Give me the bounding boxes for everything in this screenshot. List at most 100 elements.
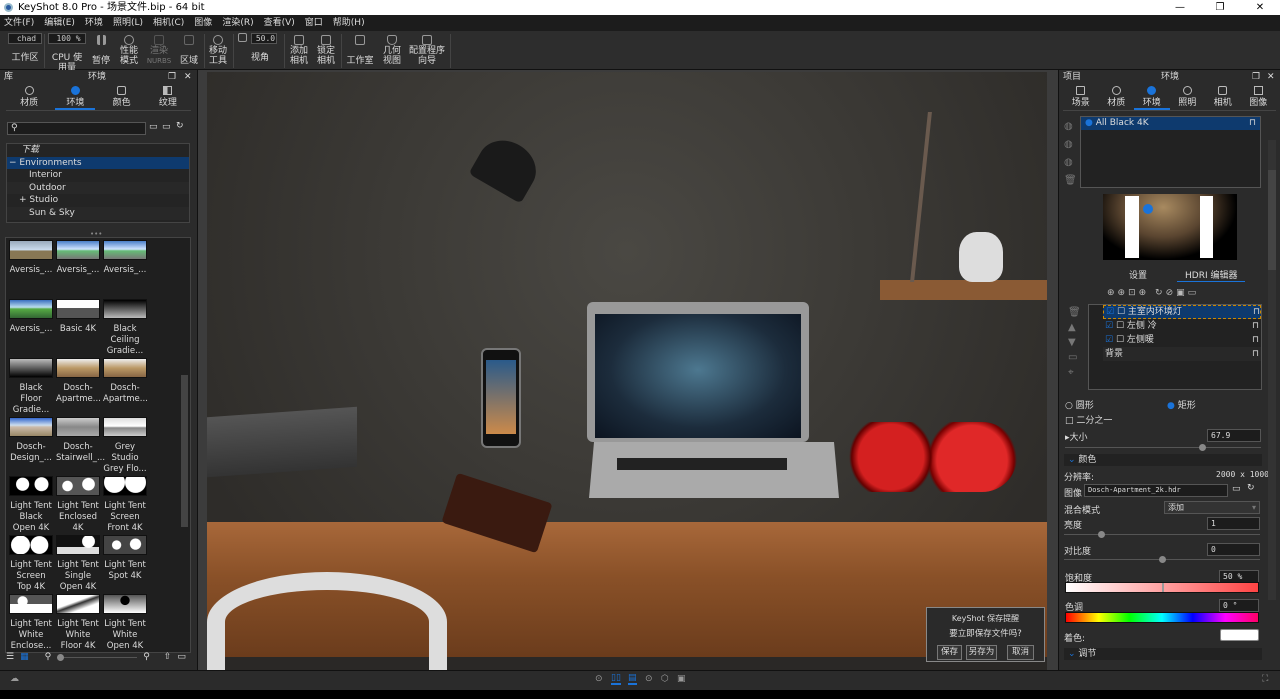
move-tool-button[interactable]: 移动 工具 — [206, 33, 230, 66]
menu-lighting[interactable]: 照明(L) — [113, 15, 143, 31]
performance-mode-button[interactable]: 性能 模式 — [116, 33, 142, 66]
grid-view-icon[interactable]: ▦ — [20, 652, 29, 662]
screenshot-icon[interactable]: ▣ — [677, 674, 686, 684]
tab-environment[interactable]: 环境 — [1134, 84, 1170, 110]
zoom-out-icon[interactable]: ⚲ — [45, 652, 52, 662]
refresh-icon[interactable]: ↻ — [176, 121, 184, 131]
delete-pin-icon[interactable]: 🗑 — [1068, 305, 1081, 320]
add-environment-icon[interactable]: ◍ — [1064, 118, 1077, 136]
geometry-view-button[interactable]: 几何 视图 — [380, 33, 404, 66]
pause-button[interactable]: 暂停 — [88, 33, 114, 66]
environment-thumbnail[interactable]: Basic 4K — [56, 299, 100, 335]
import-folder-icon[interactable]: ▭ — [162, 122, 171, 132]
copy-environment-icon[interactable]: ◍ — [1064, 154, 1077, 172]
tab-colors[interactable]: 颜色 — [102, 84, 142, 110]
menu-environment[interactable]: 环境 — [85, 15, 103, 31]
tree-item-downloads[interactable]: 下载 — [7, 144, 189, 157]
tab-materials[interactable]: 材质 — [9, 84, 49, 110]
tint-color-swatch[interactable] — [1220, 629, 1259, 641]
environment-thumbnail[interactable]: Light Tent White Enclose... — [9, 594, 53, 652]
environment-thumbnail[interactable]: Dosch-Stairwell_... — [56, 417, 105, 464]
environment-thumbnail[interactable]: Light Tent Screen Front 4K — [103, 476, 147, 534]
cloud-icon[interactable]: ☁ — [10, 674, 19, 684]
menu-camera[interactable]: 相机(C) — [153, 15, 184, 31]
tree-item-environments[interactable]: − Environments — [7, 156, 189, 170]
pin-handle[interactable] — [1143, 204, 1153, 214]
hue-slider[interactable] — [1065, 612, 1259, 623]
tab-textures[interactable]: 纹理 — [148, 84, 188, 110]
pin-item-background[interactable]: 背景 ⊓ — [1103, 347, 1261, 361]
lock-camera-button[interactable]: 锁定 相机 — [314, 33, 338, 66]
size-input[interactable]: 67.9 — [1207, 429, 1261, 442]
zoom-in-icon[interactable]: ⚲ — [143, 652, 150, 662]
half-checkbox[interactable]: □ 二分之一 — [1065, 413, 1112, 426]
pin-item[interactable]: ☑ ☐ 左侧 冷 ⊓ — [1103, 319, 1261, 333]
lock-icon[interactable]: ⊓ — [1252, 333, 1261, 347]
menu-view[interactable]: 查看(V) — [264, 15, 295, 31]
cpu-usage-select[interactable]: 100 % — [48, 33, 86, 44]
nurbs-render-button[interactable]: 渲染 NURBS — [144, 33, 174, 66]
minimize-button[interactable]: — — [1160, 0, 1200, 15]
tab-environments[interactable]: 环境 — [55, 84, 96, 110]
blend-mode-select[interactable]: 添加 ▾ — [1164, 501, 1260, 514]
menu-window[interactable]: 窗口 — [305, 15, 323, 31]
environment-thumbnail[interactable]: Aversis_... — [9, 299, 53, 335]
pin-item[interactable]: ☑ ☐ 主室内环境灯 ⊓ — [1103, 305, 1261, 319]
image-file-input[interactable]: Dosch-Apartment_2k.hdr — [1084, 484, 1228, 497]
adjust-section-header[interactable]: ⌄ 调节 — [1064, 648, 1262, 660]
add-camera-button[interactable]: 添加 相机 — [287, 33, 311, 66]
move-down-icon[interactable]: ▼ — [1068, 335, 1081, 350]
maximize-button[interactable]: ❐ — [1200, 0, 1240, 15]
close-panel-icon[interactable]: ✕ — [1267, 70, 1275, 84]
environment-list-item[interactable]: ● All Black 4K ⊓ — [1081, 117, 1260, 130]
menu-edit[interactable]: 编辑(E) — [44, 15, 75, 31]
environment-thumbnail[interactable]: Black Floor Gradie... — [9, 358, 53, 416]
library-scrollbar[interactable] — [181, 375, 188, 527]
lock-icon[interactable]: ⊓ — [1252, 347, 1261, 361]
close-panel-icon[interactable]: ✕ — [184, 70, 192, 84]
environment-thumbnail[interactable]: Light Tent Screen Top 4K — [9, 535, 53, 593]
refresh-icon[interactable]: ↻ — [1155, 288, 1166, 298]
lock-icon[interactable]: ⊓ — [1252, 319, 1261, 333]
tab-camera[interactable]: 相机 — [1205, 84, 1241, 110]
environment-thumbnail[interactable]: Dosch-Design_... — [9, 417, 53, 464]
duplicate-environment-icon[interactable]: ◍ — [1064, 136, 1077, 154]
tab-lighting[interactable]: 照明 — [1170, 84, 1206, 110]
visible-checkbox[interactable]: ☑ — [1105, 335, 1113, 345]
visible-checkbox[interactable]: ☑ — [1106, 307, 1114, 317]
rectangle-radio[interactable]: ● 矩形 — [1167, 398, 1196, 411]
lock-icon[interactable]: ⊓ — [1253, 306, 1260, 318]
tree-item-studio[interactable]: + Studio — [7, 194, 189, 207]
color-section-header[interactable]: ⌄ 颜色 — [1064, 454, 1262, 466]
brightness-input[interactable]: 1 — [1207, 517, 1260, 530]
thumbnail-size-slider[interactable] — [57, 653, 138, 661]
hdri-preview[interactable] — [1103, 194, 1237, 260]
open-folder-icon[interactable]: ▭ — [1232, 484, 1241, 494]
subtab-settings[interactable]: 设置 — [1129, 268, 1147, 282]
hue-input[interactable]: 0 ° — [1219, 599, 1259, 612]
menu-help[interactable]: 帮助(H) — [333, 15, 365, 31]
save-as-button[interactable]: 另存为 — [966, 645, 997, 660]
environment-thumbnail[interactable]: Light Tent Spot 4K — [103, 535, 147, 582]
animation-icon[interactable]: ⊙ — [645, 674, 653, 684]
fullscreen-icon[interactable]: ⛶ — [1262, 674, 1268, 684]
menu-file[interactable]: 文件(F) — [4, 15, 34, 31]
environment-thumbnail[interactable]: Aversis_... — [103, 240, 147, 276]
add-folder-icon[interactable]: ▭ — [149, 122, 158, 132]
properties-scrollbar[interactable] — [1268, 140, 1276, 600]
add-pin-icon[interactable]: ⊕⊕⊡⊕ — [1107, 288, 1149, 298]
tab-scene[interactable]: 场景 — [1063, 84, 1099, 110]
configurator-wizard-button[interactable]: 配置程序 向导 — [408, 33, 446, 66]
move-up-icon[interactable]: ▲ — [1068, 320, 1081, 335]
project-toggle-icon[interactable]: ▤ — [628, 673, 637, 685]
workspace-select[interactable]: chad — [8, 33, 42, 44]
keyshotvr-icon[interactable]: ⬡ — [661, 674, 669, 684]
tree-item-interior[interactable]: Interior — [7, 169, 189, 182]
region-button[interactable]: 区域 — [176, 33, 202, 66]
environment-thumbnail[interactable]: Light Tent Black Open 4K — [9, 476, 53, 534]
environment-thumbnail[interactable]: Aversis_... — [56, 240, 100, 276]
float-panel-icon[interactable]: ❐ — [168, 70, 176, 84]
library-search-input[interactable]: ⚲ — [7, 122, 146, 135]
refresh-icon[interactable]: ↻ — [1247, 483, 1255, 493]
fov-input[interactable]: 50.0 — [251, 33, 277, 44]
